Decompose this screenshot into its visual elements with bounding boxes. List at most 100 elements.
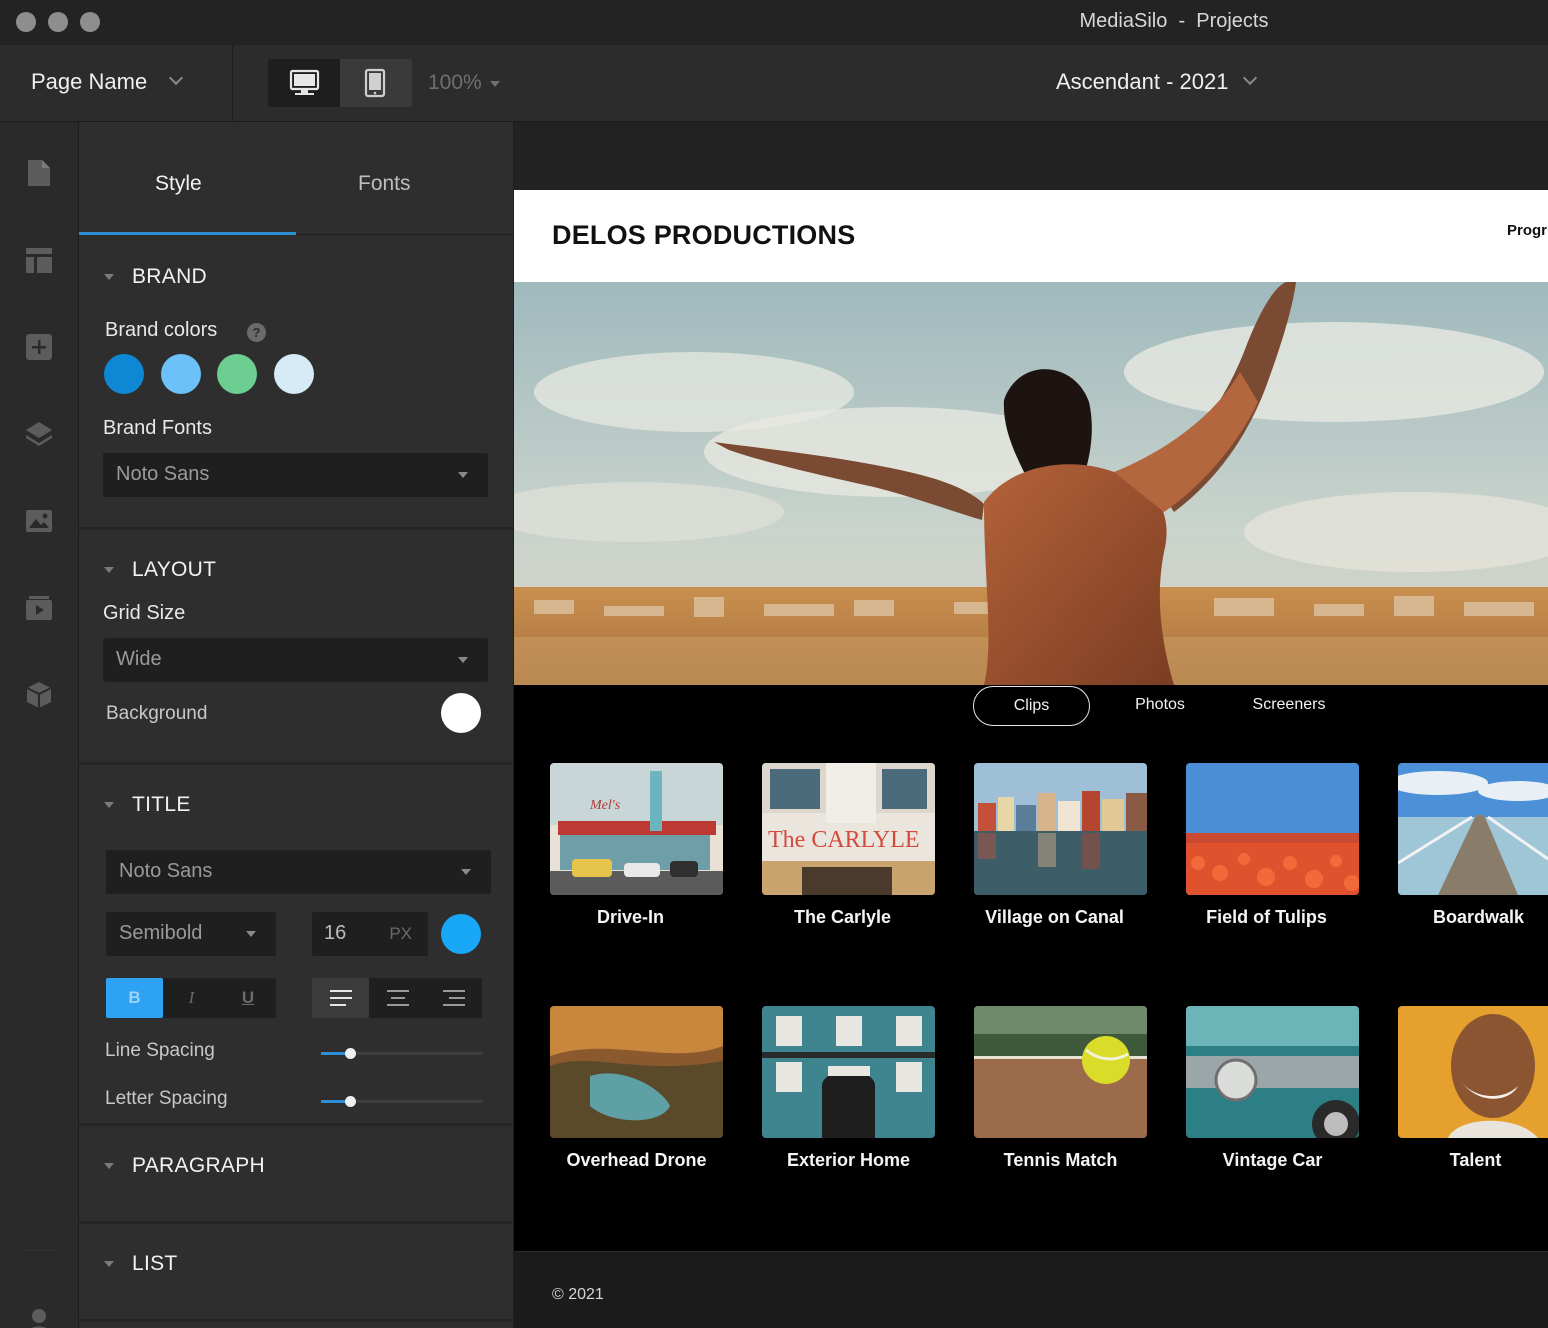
brand-colors-label: Brand colors: [105, 319, 218, 341]
hero-dancer-photo: [514, 282, 1548, 685]
vintage-car-photo: [1186, 1006, 1359, 1138]
device-preview-toggle: [268, 59, 412, 107]
media-thumbnail[interactable]: [1398, 763, 1548, 895]
collapse-caret-icon[interactable]: [104, 274, 114, 280]
media-thumbnail[interactable]: Mel's: [550, 763, 723, 895]
collapse-caret-icon[interactable]: [104, 567, 114, 573]
filter-screeners[interactable]: Screeners: [1236, 686, 1342, 726]
align-right-icon: [443, 990, 465, 1011]
align-left-button[interactable]: [312, 978, 369, 1018]
media-thumbnail[interactable]: [762, 1006, 935, 1138]
site-nav-link[interactable]: Progr: [1507, 222, 1547, 239]
help-icon[interactable]: ?: [247, 323, 266, 342]
background-label: Background: [106, 703, 208, 724]
filter-photos[interactable]: Photos: [1112, 686, 1208, 726]
layout-icon[interactable]: [24, 245, 54, 275]
site-title[interactable]: DELOS PRODUCTIONS: [552, 220, 855, 251]
brand-color-swatch-2[interactable]: [161, 354, 201, 394]
tool-rail: [0, 122, 79, 1328]
section-brand-heading[interactable]: BRAND: [132, 265, 207, 289]
media-thumbnail[interactable]: [1186, 763, 1359, 895]
tablet-preview-button[interactable]: [340, 59, 412, 107]
video-icon[interactable]: [24, 593, 54, 623]
align-center-icon: [386, 990, 409, 1011]
align-right-button[interactable]: [426, 978, 482, 1018]
village-canal-photo: [974, 763, 1147, 895]
brand-color-swatch-3[interactable]: [217, 354, 257, 394]
pages-icon[interactable]: [24, 158, 54, 188]
package-icon[interactable]: [24, 680, 54, 710]
media-caption: Talent: [1449, 1150, 1502, 1170]
copyright-text: © 2021: [552, 1286, 604, 1303]
media-thumbnail[interactable]: [1186, 1006, 1359, 1138]
underline-button[interactable]: U: [220, 978, 276, 1018]
letter-spacing-slider-handle[interactable]: [345, 1096, 357, 1107]
title-font-select[interactable]: Noto Sans: [106, 850, 491, 894]
collapse-caret-icon[interactable]: [104, 1261, 114, 1267]
section-divider: [79, 1123, 513, 1126]
grid-size-value: Wide: [116, 648, 162, 670]
desktop-preview-button[interactable]: [268, 59, 340, 107]
image-icon[interactable]: [24, 506, 54, 536]
svg-text:The CARLYLE: The CARLYLE: [768, 827, 920, 853]
zoom-level[interactable]: 100%: [428, 71, 482, 95]
top-toolbar: Page Name 100% Ascendant - 2021: [0, 45, 1548, 122]
letter-spacing-slider[interactable]: [321, 1096, 483, 1107]
line-spacing-slider[interactable]: [321, 1048, 483, 1059]
site-footer: © 2021: [514, 1251, 1548, 1328]
section-title-heading[interactable]: TITLE: [132, 793, 191, 817]
add-icon[interactable]: [24, 332, 54, 362]
caret-down-icon: [461, 869, 471, 875]
overhead-drone-photo: [550, 1006, 723, 1138]
section-list-heading[interactable]: LIST: [132, 1252, 178, 1276]
title-color-swatch[interactable]: [441, 914, 481, 954]
style-panel: Style Fonts BRAND Brand colors ? Brand F…: [79, 122, 514, 1328]
media-caption: Vintage Car: [1222, 1150, 1323, 1170]
align-center-button[interactable]: [369, 978, 426, 1018]
background-color-swatch[interactable]: [441, 693, 481, 733]
rail-divider: [22, 1250, 56, 1251]
media-thumbnail[interactable]: [1398, 1006, 1548, 1138]
section-divider: [79, 762, 513, 765]
filter-clips[interactable]: Clips: [973, 686, 1090, 726]
tennis-match-photo: [974, 1006, 1147, 1138]
title-size-input[interactable]: 16 PX: [312, 912, 428, 956]
brand-color-swatch-1[interactable]: [104, 354, 144, 394]
grid-size-select[interactable]: Wide: [103, 638, 488, 682]
title-weight-value: Semibold: [119, 922, 203, 944]
media-thumbnail[interactable]: [550, 1006, 723, 1138]
collapse-caret-icon[interactable]: [104, 802, 114, 808]
tab-style[interactable]: Style: [155, 172, 202, 196]
account-icon[interactable]: [24, 1304, 54, 1328]
media-thumbnail[interactable]: The CARLYLE: [762, 763, 935, 895]
section-divider: [79, 1319, 513, 1322]
page-name-dropdown[interactable]: Page Name: [31, 69, 147, 95]
brand-fonts-label: Brand Fonts: [103, 417, 212, 439]
toolbar-divider: [232, 45, 233, 122]
line-spacing-slider-handle[interactable]: [345, 1048, 357, 1059]
layers-icon[interactable]: [24, 419, 54, 449]
section-layout-heading[interactable]: LAYOUT: [132, 558, 216, 582]
brand-font-select[interactable]: Noto Sans: [103, 453, 488, 497]
media-caption: Village on Canal: [985, 907, 1124, 927]
tab-fonts[interactable]: Fonts: [358, 172, 411, 196]
media-thumbnail[interactable]: [974, 763, 1147, 895]
bold-button[interactable]: B: [106, 978, 163, 1018]
section-paragraph-heading[interactable]: PARAGRAPH: [132, 1154, 265, 1178]
text-style-toggle: B I U: [106, 978, 276, 1018]
brand-color-swatch-4[interactable]: [274, 354, 314, 394]
title-weight-select[interactable]: Semibold: [106, 912, 276, 956]
chevron-down-icon: [168, 70, 184, 86]
grid-size-label: Grid Size: [103, 602, 186, 624]
media-thumbnail[interactable]: [974, 1006, 1147, 1138]
desktop-icon: [289, 69, 320, 95]
media-caption: Boardwalk: [1432, 907, 1525, 927]
hero-image[interactable]: [514, 282, 1548, 685]
letter-spacing-label: Letter Spacing: [105, 1088, 228, 1109]
collapse-caret-icon[interactable]: [104, 1163, 114, 1169]
chevron-down-icon: [1242, 70, 1258, 86]
talent-portrait-photo: [1398, 1006, 1548, 1138]
project-selector[interactable]: Ascendant - 2021: [1056, 69, 1228, 95]
media-caption: Drive-In: [596, 907, 665, 927]
italic-button[interactable]: I: [163, 978, 220, 1018]
